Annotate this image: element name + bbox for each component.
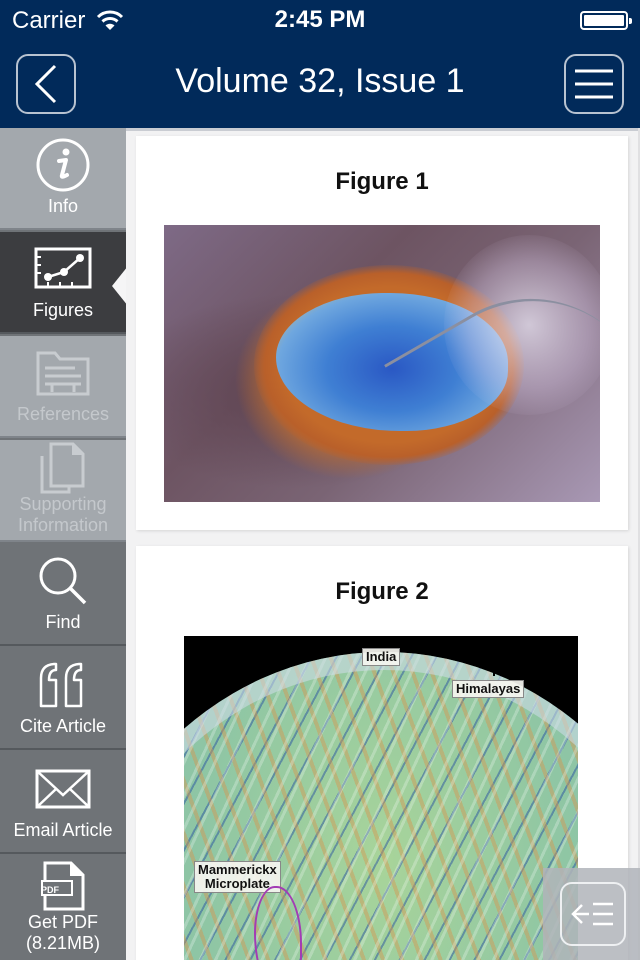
documents-icon [40, 442, 85, 494]
folder-icon [36, 351, 90, 396]
figure-image[interactable]: India Himalayas Mammerickx Microplate [184, 636, 578, 960]
menu-button[interactable] [564, 54, 624, 114]
collapse-sidebar-button[interactable] [560, 882, 626, 946]
hamburger-menu-icon [575, 69, 613, 99]
sidebar-item-get-pdf[interactable]: Get PDF (8.21MB) PDF [0, 856, 126, 960]
sidebar-item-label: Supporting Information [17, 494, 109, 535]
sidebar-item-label: Email Article [13, 820, 113, 840]
arrow-icon [489, 658, 499, 676]
sidebar: Info Figures References Supporting Infor… [0, 128, 128, 960]
map-label-himalayas: Himalayas [452, 680, 525, 698]
figures-list[interactable]: Figure 1 Figure 2 India Himalayas Mammer… [126, 128, 640, 960]
header-shadow [126, 128, 640, 131]
pdf-icon-text: PDF [41, 885, 59, 895]
figure-card: Figure 1 [136, 136, 628, 530]
battery-fill [584, 15, 624, 26]
map-label-line: Mammerickx [198, 862, 277, 877]
quote-icon [39, 662, 83, 708]
sidebar-item-sublabel: (8.21MB) [25, 933, 101, 953]
map-label-india: India [362, 648, 401, 666]
figure-image[interactable] [164, 225, 600, 502]
sidebar-item-supporting-information[interactable]: Supporting Information [0, 440, 126, 542]
sidebar-item-label: Cite Article [19, 716, 107, 736]
search-icon [39, 557, 87, 605]
sidebar-item-cite-article[interactable]: Cite Article [0, 648, 126, 750]
figure-title: Figure 2 [335, 578, 429, 605]
battery-icon [580, 11, 632, 30]
info-icon [36, 138, 90, 192]
envelope-icon [35, 769, 91, 809]
sidebar-item-label: Figures [32, 300, 94, 320]
battery-tip [629, 18, 632, 24]
header-bar: Carrier 2:45 PM Volume 32, Issue 1 [0, 0, 640, 128]
sidebar-item-email-article[interactable]: Email Article [0, 752, 126, 854]
sidebar-item-label: Get PDF [27, 912, 98, 932]
sidebar-item-label: Info [47, 196, 79, 216]
clock: 2:45 PM [274, 6, 366, 33]
sidebar-item-references[interactable]: References [0, 336, 126, 438]
collapse-sidebar-icon [571, 902, 613, 926]
sidebar-item-info[interactable]: Info [0, 128, 126, 230]
sidebar-item-find[interactable]: Find [0, 544, 126, 646]
sidebar-item-label: Find [45, 612, 81, 632]
sidebar-item-label: References [16, 404, 110, 424]
sidebar-item-figures[interactable]: Figures [0, 232, 126, 334]
status-bar: Carrier 2:45 PM [0, 0, 640, 40]
page-title: Volume 32, Issue 1 [175, 62, 465, 100]
app-root: Carrier 2:45 PM Volume 32, Issue 1 Info … [0, 0, 640, 960]
figure-title: Figure 1 [335, 168, 429, 195]
map-label-line: Microplate [204, 876, 270, 891]
chart-icon [34, 247, 92, 289]
image-detail [184, 652, 578, 960]
